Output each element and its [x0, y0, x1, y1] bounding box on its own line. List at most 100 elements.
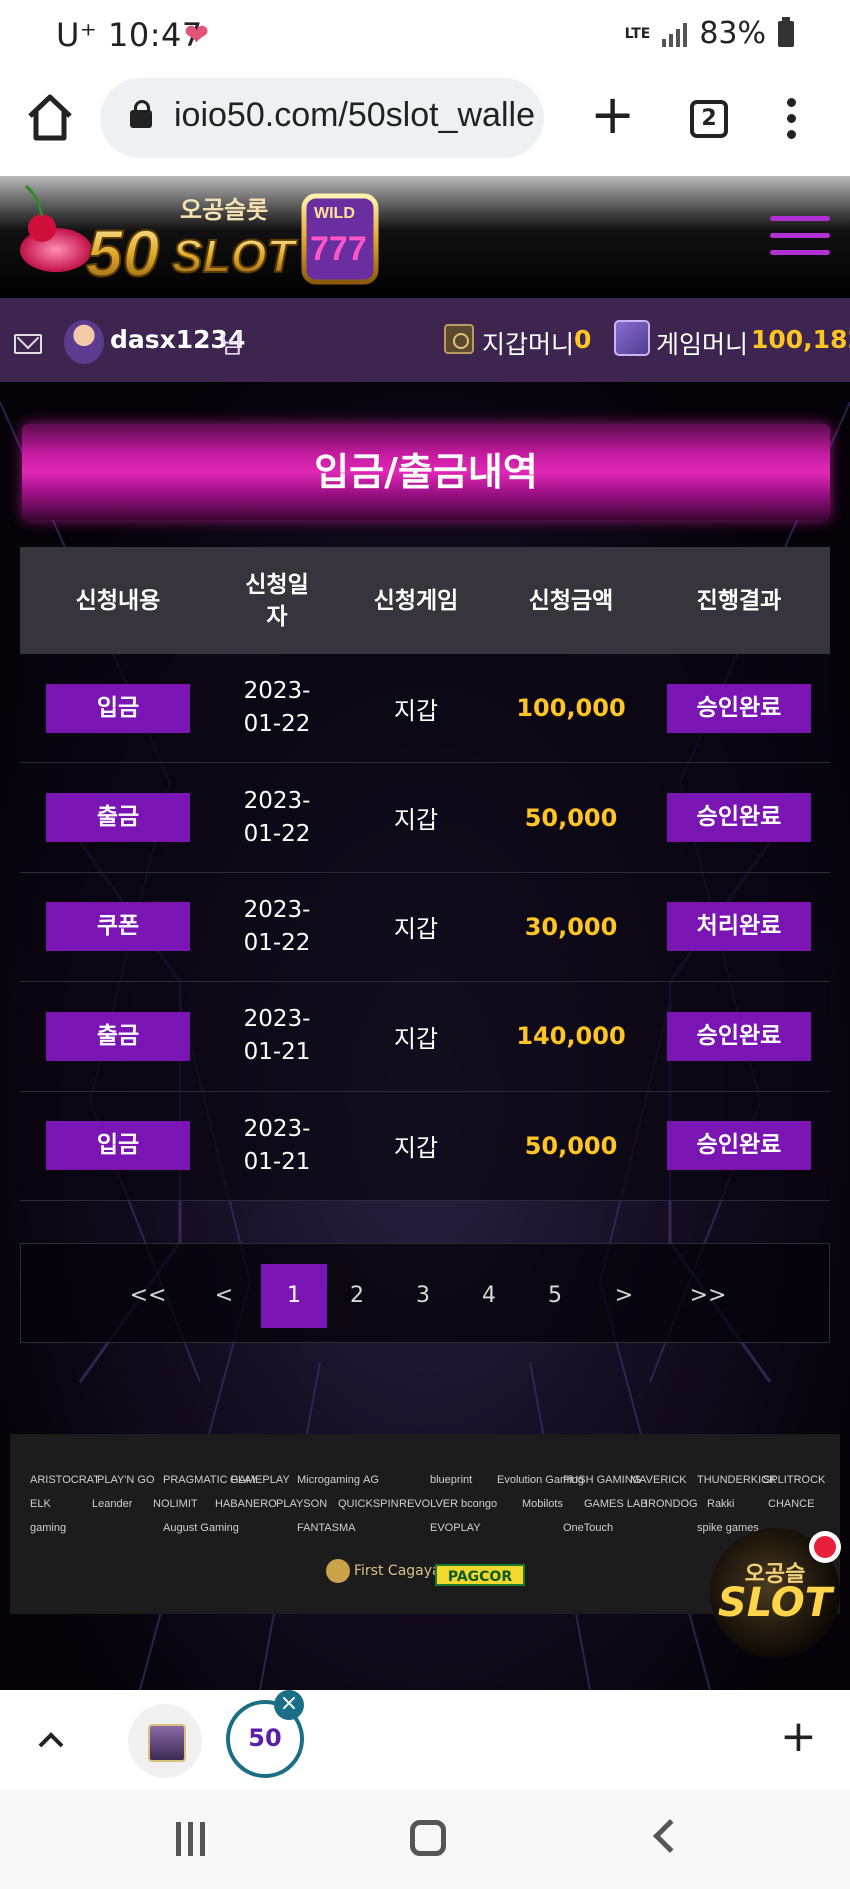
provider-logo: Mobilots — [522, 1498, 563, 1510]
avatar — [64, 320, 104, 364]
provider-logo: GAMEPLAY — [230, 1474, 290, 1486]
page-4[interactable]: 4 — [471, 1264, 507, 1328]
cell-amount: 100,000 — [516, 694, 626, 723]
svg-text:오공슬롯: 오공슬롯 — [180, 196, 268, 224]
recent-apps-icon[interactable] — [176, 1822, 210, 1856]
page-prev[interactable]: < — [211, 1264, 237, 1328]
chevron-up-icon[interactable] — [36, 1726, 66, 1756]
pagination: << < 1 2 3 4 5 > >> — [20, 1243, 830, 1343]
cell-type: 출금 — [20, 1011, 216, 1061]
type-badge[interactable]: 출금 — [46, 793, 190, 843]
url-bar[interactable]: ioio50.com/50slot_walle — [100, 78, 544, 158]
status-time: U⁺ 10:47 — [56, 16, 203, 54]
browser-toolbar: ioio50.com/50slot_walle + 2 — [0, 68, 850, 176]
cell-result: 승인완료 — [648, 683, 830, 733]
type-badge[interactable]: 입금 — [46, 683, 190, 733]
cell-game: 지갑 — [393, 696, 439, 725]
page-title: 입금/출금내역 — [314, 450, 538, 494]
page-3[interactable]: 3 — [405, 1264, 441, 1328]
first-cagayan-logo: First Cagayan — [326, 1559, 449, 1583]
provider-logo: GAMES LAB — [584, 1498, 648, 1510]
hamburger-menu-icon[interactable] — [770, 216, 830, 256]
cell-type: 출금 — [20, 793, 216, 843]
cell-game: 지갑 — [393, 806, 439, 835]
cell-date: 2023- 01-22 — [243, 787, 311, 847]
user-info-bar: dasx1234 님 지갑머니 0 게임머니 100,182 — [0, 298, 850, 382]
provider-logo: IRONDOG — [645, 1498, 698, 1510]
provider-row-2: ELK Leander NOLIMIT HABANERO PLAYSON QUICKSPI… — [30, 1494, 830, 1516]
provider-row-1: ARISTOCRAT PLAY'N GO PRAGMATIC PLAY GAMEPLA… — [30, 1470, 830, 1492]
svg-text:WILD: WILD — [314, 205, 355, 222]
header-amount: 신청금액 — [528, 587, 614, 614]
provider-logo: Microgaming — [297, 1474, 360, 1486]
cell-type: 쿠폰 — [20, 902, 216, 952]
table-row: 쿠폰 2023- 01-22 지갑 30,000 처리완료 — [20, 872, 830, 983]
page-5[interactable]: 5 — [537, 1264, 573, 1328]
url-text[interactable]: ioio50.com/50slot_walle — [174, 96, 535, 135]
cell-amount: 140,000 — [516, 1022, 626, 1051]
page-last[interactable]: >> — [685, 1264, 731, 1328]
provider-logo: bcongo — [461, 1498, 498, 1510]
tab-switcher-button[interactable]: 2 — [690, 100, 728, 138]
mail-icon[interactable] — [14, 334, 42, 354]
battery-icon — [778, 16, 794, 47]
table-row: 출금 2023- 01-21 지갑 140,000 승인완료 — [20, 982, 830, 1092]
tab-thumbnail-slot[interactable] — [128, 1704, 202, 1778]
table-header: 신청내용 신청일 자 신청게임 신청금액 진행결과 — [20, 547, 830, 654]
pagcor-logo: PAGCOR — [435, 1564, 525, 1586]
provider-logo: OneTouch — [563, 1522, 614, 1534]
table-row: 입금 2023- 01-21 지갑 50,000 승인완료 — [20, 1091, 830, 1201]
provider-logo: Rakki — [707, 1498, 735, 1510]
wallet-money-value: 0 — [574, 325, 592, 354]
type-badge[interactable]: 입금 — [46, 1121, 190, 1171]
cell-date: 2023- 01-21 — [243, 1115, 311, 1175]
lock-icon — [130, 100, 152, 128]
status-badge: 승인완료 — [667, 1011, 811, 1061]
page-2[interactable]: 2 — [339, 1264, 375, 1328]
status-badge: 승인완료 — [667, 683, 811, 733]
lte-icon: LTE — [624, 25, 651, 42]
transaction-table: 신청내용 신청일 자 신청게임 신청금액 진행결과 입금 2023- 01-22 지갑… — [20, 547, 830, 1201]
cell-type: 입금 — [20, 683, 216, 733]
provider-logo: PLAYSON — [276, 1498, 328, 1510]
provider-logo: Leander — [92, 1498, 133, 1510]
system-nav-bar — [0, 1790, 850, 1889]
provider-logo: CHANCE — [768, 1498, 815, 1510]
cell-result: 승인완료 — [648, 793, 830, 843]
main-content: 입금/출금내역 신청내용 신청일 자 신청게임 신청금액 진행결과 입금 2023-… — [0, 382, 850, 1690]
page-first[interactable]: << — [125, 1264, 171, 1328]
home-icon[interactable] — [26, 92, 74, 144]
notification-dot — [809, 1531, 841, 1563]
cell-result: 승인완료 — [648, 1011, 830, 1061]
floating-chat-button[interactable]: 오공슬 SLOT — [710, 1528, 841, 1658]
cell-amount: 50,000 — [524, 803, 618, 832]
new-tab-icon[interactable]: + — [590, 88, 635, 142]
safe-icon — [444, 324, 474, 354]
status-bar: U⁺ 10:47 ❤ LTE 83% — [0, 0, 850, 68]
cell-result: 승인완료 — [648, 1121, 830, 1171]
system-home-icon[interactable] — [410, 1820, 446, 1856]
table-row: 입금 2023- 01-22 지갑 100,000 승인완료 — [20, 654, 830, 764]
close-tab-icon[interactable]: × — [274, 1690, 304, 1720]
svg-text:777: 777 — [310, 230, 367, 268]
more-menu-icon[interactable] — [786, 98, 798, 140]
type-badge[interactable]: 쿠폰 — [46, 902, 190, 952]
back-icon[interactable] — [653, 1819, 687, 1853]
page-next[interactable]: > — [611, 1264, 637, 1328]
type-badge[interactable]: 출금 — [46, 1011, 190, 1061]
provider-logo: gaming — [30, 1522, 67, 1534]
bottom-tab-bar: 50 × + — [0, 1690, 850, 1790]
cell-amount: 30,000 — [524, 912, 618, 941]
header-type: 신청내용 — [75, 587, 161, 614]
site-logo[interactable]: 50 SLOT 오공슬롯 WILD 777 — [12, 182, 402, 294]
page-title-bar: 입금/출금내역 — [22, 424, 830, 520]
cell-game: 지갑 — [393, 915, 439, 944]
add-tab-icon[interactable]: + — [780, 1712, 817, 1762]
cell-amount: 50,000 — [524, 1131, 618, 1160]
heart-icon: ❤ — [184, 18, 210, 53]
provider-logo: NOLIMIT — [153, 1498, 198, 1510]
page-1[interactable]: 1 — [261, 1264, 327, 1328]
provider-logo: MAVERICK — [630, 1474, 687, 1486]
header-game: 신청게임 — [373, 587, 459, 614]
cell-result: 처리완료 — [648, 902, 830, 952]
